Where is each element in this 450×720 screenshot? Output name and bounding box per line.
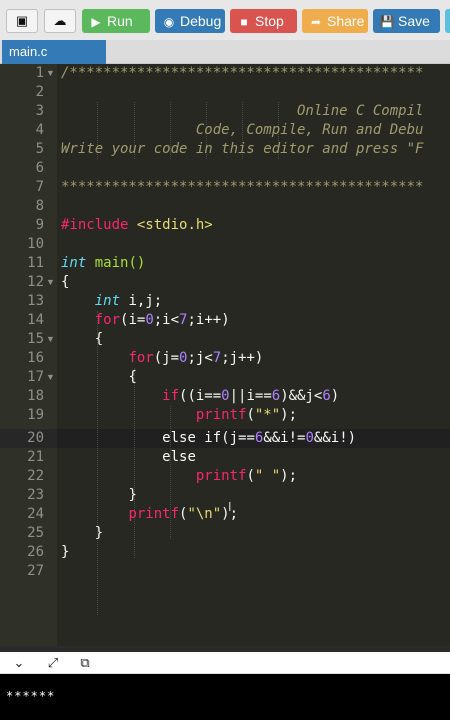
upload-icon: ☁ [53, 13, 67, 28]
line-number: 3 [35, 103, 44, 119]
more-button[interactable] [445, 9, 450, 33]
code-line-12: { [61, 274, 70, 290]
run-label: Run [107, 13, 133, 29]
play-icon: ▶ [91, 15, 101, 29]
code-line-15: { [94, 331, 104, 347]
stop-icon: ■ [240, 15, 248, 29]
chevron-down-icon[interactable]: ⌄ [10, 654, 28, 672]
line-number: 24 [27, 506, 44, 522]
console-output[interactable]: ****** [0, 674, 450, 720]
line-number: 27 [27, 563, 44, 579]
code-line-9: #include <stdio.h> [61, 217, 213, 233]
line-number: 19 [27, 407, 44, 423]
code-line-5: Write your code in this editor and press… [61, 141, 424, 157]
line-number: 13 [27, 293, 44, 309]
upload-button[interactable]: ☁ [44, 9, 76, 33]
code-line-11: int main() [61, 255, 146, 271]
line-number: 23 [27, 487, 44, 503]
code-line-24: printf("\n"); [128, 506, 239, 522]
expand-icon[interactable]: ⤢ [44, 654, 62, 672]
debug-icon: ◉ [163, 15, 175, 29]
line-number: 4 [35, 122, 44, 138]
code-editor[interactable]: 1 2 3 4 5 6 7 8 9 10 11 12 13 14 15 16 1… [0, 64, 450, 646]
line-number: 1 [35, 65, 44, 81]
code-line-18: if((i==0||i==6)&&j<6) [162, 388, 340, 404]
line-number: 16 [27, 350, 44, 366]
line-number: 11 [27, 255, 44, 271]
code-line-17: { [128, 369, 137, 385]
line-number: 8 [35, 198, 44, 214]
code-line-4: Code, Compile, Run and Debu [61, 122, 424, 138]
stop-label: Stop [255, 13, 284, 29]
fold-chevron-icon[interactable]: ▼ [46, 330, 56, 349]
toolbar: ▣ ☁ ▶ Run ◉ Debug ■ Stop ➦ Share 💾 Save [0, 0, 450, 40]
code-line-22: printf(" "); [195, 468, 298, 484]
file-icon: ▣ [15, 13, 29, 28]
code-line-26: } [61, 544, 70, 560]
save-label: Save [398, 13, 430, 29]
code-line-1: /***************************************… [61, 65, 424, 81]
code-line-19: printf("*"); [195, 407, 298, 423]
fold-chevron-icon[interactable]: ▼ [46, 273, 56, 292]
code-line-16: for(j=0;j<7;j++) [128, 350, 264, 366]
code-line-20: else if(j==6&&i!=0&&i!) [162, 430, 357, 446]
new-file-button[interactable]: ▣ [6, 9, 38, 33]
line-number: 21 [27, 449, 44, 465]
line-number: 14 [27, 312, 44, 328]
code-line-23: } [128, 487, 137, 503]
line-number: 25 [27, 525, 44, 541]
code-line-13: int i,j; [94, 293, 163, 309]
line-number: 9 [35, 217, 44, 233]
run-button[interactable]: ▶ Run [82, 9, 150, 33]
debug-button[interactable]: ◉ Debug [155, 9, 225, 33]
share-button[interactable]: ➦ Share [302, 9, 368, 33]
code-line-14: for(i=0;i<7;i++) [94, 312, 230, 328]
output-toolbar: ⌄ ⤢ ⧉ [0, 652, 450, 674]
share-icon: ➦ [310, 15, 322, 29]
share-label: Share [327, 13, 365, 29]
fold-chevron-icon[interactable]: ▼ [46, 368, 56, 387]
fold-chevron-icon[interactable]: ▼ [46, 64, 56, 83]
line-number: 7 [35, 179, 44, 195]
line-number: 22 [27, 468, 44, 484]
line-number: 18 [27, 388, 44, 404]
code-line-3: Online C Compil [61, 103, 424, 119]
code-line-21: else [162, 449, 196, 465]
mouse-cursor-icon: Ⅰ [228, 500, 232, 514]
debug-label: Debug [180, 13, 222, 29]
line-number: 26 [27, 544, 44, 560]
line-number: 2 [35, 84, 44, 100]
line-number: 17 [27, 369, 44, 385]
code-line-25: } [94, 525, 104, 541]
code-line-7: ****************************************… [61, 179, 424, 195]
line-number: 15 [27, 331, 44, 347]
stop-button[interactable]: ■ Stop [230, 9, 297, 33]
console-text: ****** [6, 689, 56, 703]
line-number: 6 [35, 160, 44, 176]
tab-main-c[interactable]: main.c [2, 40, 106, 64]
tab-bar: main.c [0, 40, 450, 64]
copy-icon[interactable]: ⧉ [76, 654, 94, 672]
line-number: 12 [27, 274, 44, 290]
line-number: 20 [27, 430, 44, 446]
line-number: 5 [35, 141, 44, 157]
save-icon: 💾 [379, 15, 395, 29]
save-button[interactable]: 💾 Save [373, 9, 440, 33]
line-number: 10 [27, 236, 44, 252]
